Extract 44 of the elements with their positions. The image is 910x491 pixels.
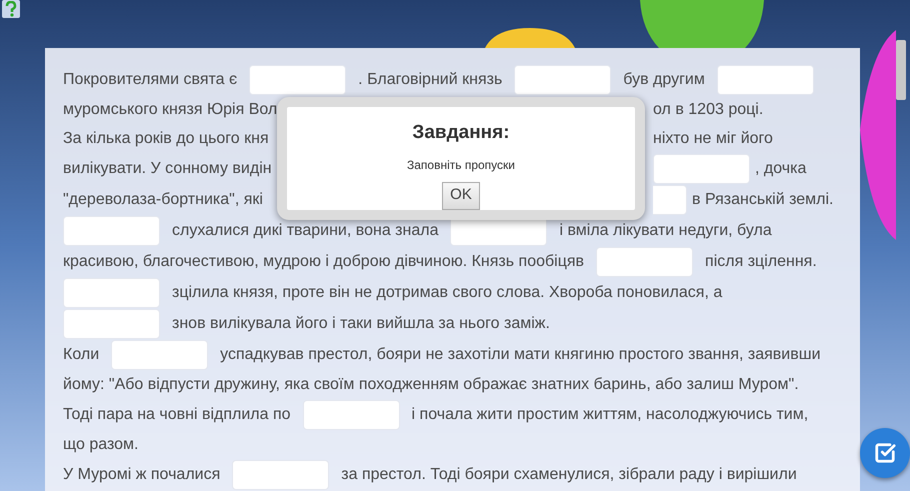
blank-field[interactable] — [63, 216, 160, 246]
story-text: ол в 1203 році. — [653, 100, 764, 120]
check-button[interactable] — [860, 428, 910, 478]
story-text: і почала жити простим життям, насолоджуючись тим, — [412, 405, 808, 425]
story-text: Коли — [63, 345, 100, 365]
story-text: . Благовірний князь — [358, 70, 502, 90]
blank-field[interactable] — [514, 65, 612, 95]
blank-field[interactable] — [596, 247, 694, 277]
story-text: за престол. Тоді бояри схаменулися, зібрали раду і вирішили — [341, 465, 797, 485]
story-text: Покровителями свята є — [63, 70, 238, 90]
blank-field[interactable] — [111, 340, 208, 370]
story-text: йому: "Або відпусти дружину, яка своїм походженням ображає знатних баринь, або залиш Муром". — [63, 375, 799, 395]
story-text: ніхто не міг його — [653, 129, 773, 149]
dialog-title: Завдання: — [412, 121, 510, 145]
story-text: муромського князя Юрія Вол — [63, 100, 278, 120]
blank-field[interactable] — [302, 400, 400, 430]
story-text: , дочка — [755, 159, 806, 179]
story-text: успадкував престол, бояри не захотіли мати княгиню простого звання, заявивши — [220, 345, 821, 365]
dialog-message: Заповніть пропуски — [406, 156, 515, 174]
story-text: "дереволаза-бортника", які — [63, 190, 263, 210]
blank-field[interactable] — [249, 65, 346, 95]
story-text: слухалися дикі тварини, вона знала — [172, 221, 438, 241]
blank-field[interactable] — [716, 65, 814, 95]
story-text: Тоді пара на човні відплила по — [63, 405, 291, 425]
story-text: У Муромі ж почалися — [63, 465, 220, 485]
check-icon — [874, 442, 896, 464]
help-icon[interactable] — [2, 0, 20, 18]
story-text: вилікувати. У сонному видін — [63, 159, 272, 179]
story-text: в Рязанській землі. — [692, 190, 834, 210]
blank-field[interactable] — [653, 185, 687, 215]
story-text: був другим — [623, 70, 705, 90]
story-text: і вміла лікувати недуги, була — [559, 221, 772, 241]
story-text: зцілила князя, проте він не дотримав свого слова. Хвороба поновилася, а — [172, 283, 722, 303]
blank-field[interactable] — [653, 154, 750, 184]
story-text: За кілька років до цього кня — [63, 129, 269, 149]
blank-field[interactable] — [63, 309, 160, 339]
blank-field[interactable] — [63, 278, 160, 308]
scrollbar-thumb[interactable] — [896, 40, 906, 100]
story-text: красивою, благочестивою, мудрою і доброю дівчиною. Князь пообіцяв — [63, 252, 584, 272]
story-text: знов вилікувала його і таки вийшла за нього заміж. — [172, 314, 550, 334]
story-text: після зцілення. — [705, 252, 817, 272]
blank-field[interactable] — [232, 460, 330, 490]
story-text: що разом. — [63, 435, 138, 455]
ok-button[interactable]: OK — [442, 182, 480, 210]
